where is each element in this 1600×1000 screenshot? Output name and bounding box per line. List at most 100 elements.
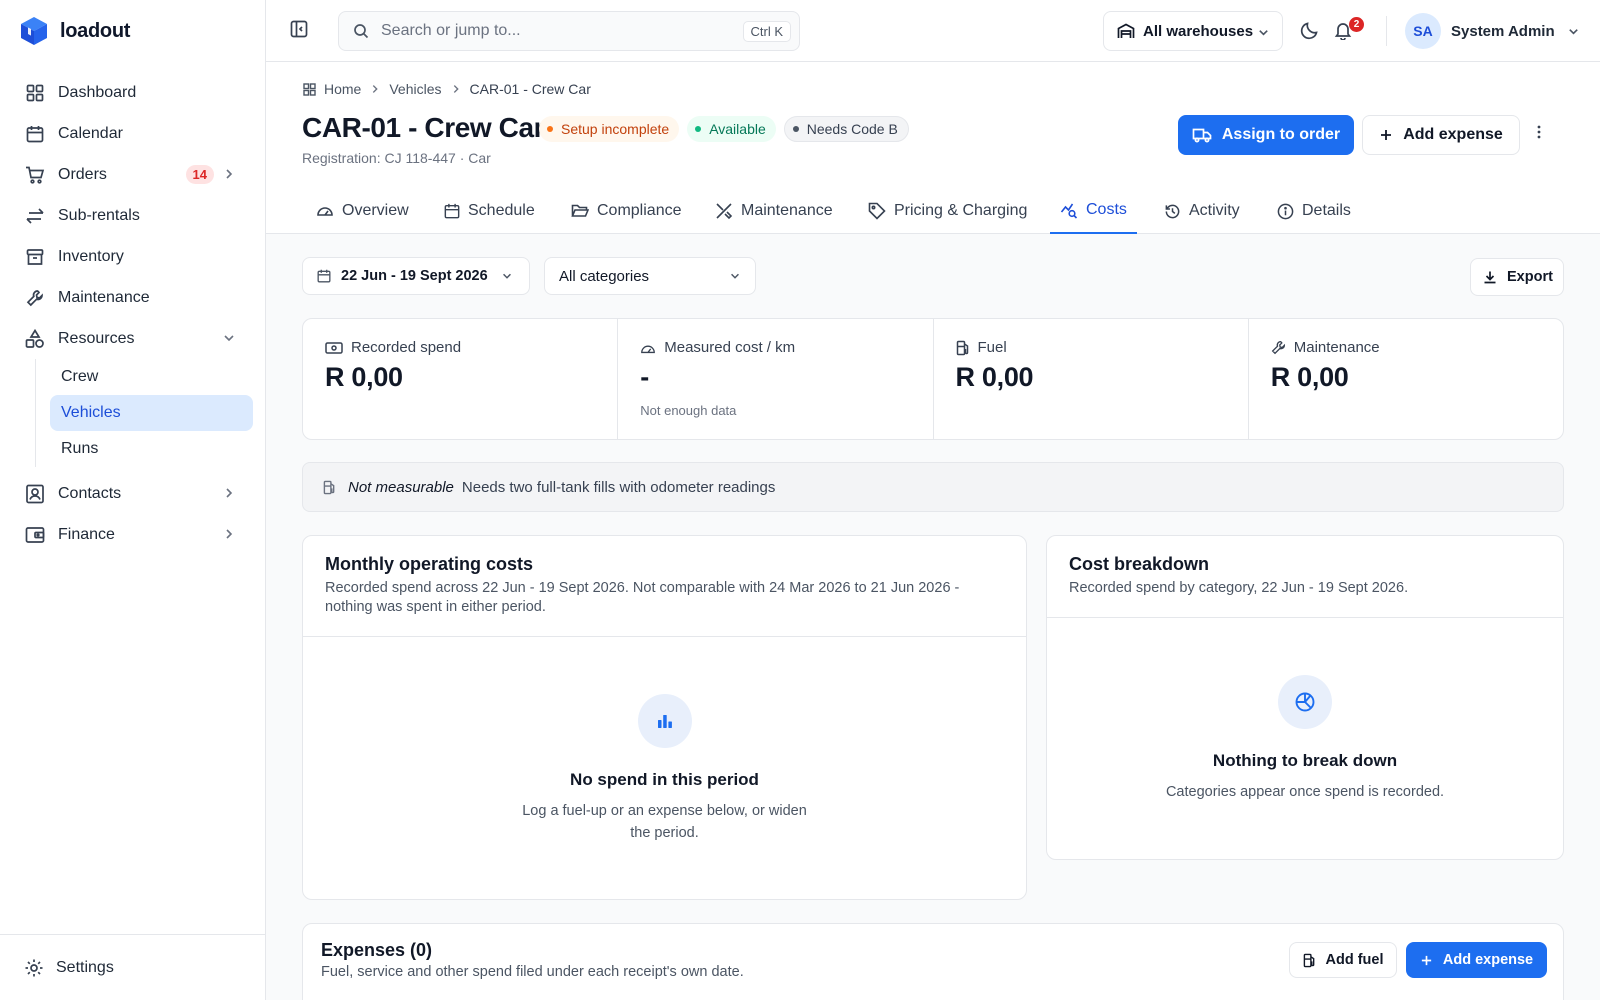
- expenses-card: Expenses (0) Fuel, service and other spe…: [302, 923, 1564, 1000]
- tools-icon: [715, 202, 733, 220]
- tab-label: Details: [1302, 202, 1351, 219]
- warehouse-value: All warehouses: [1143, 22, 1254, 40]
- wrench-icon: [24, 287, 46, 309]
- tab-overview[interactable]: Overview: [306, 188, 419, 234]
- gear-icon: [24, 958, 44, 978]
- add-expense-label: Add expense: [1442, 952, 1534, 968]
- empty-text: Categories appear once spend is recorded…: [1165, 784, 1445, 800]
- chevron-right-icon: [450, 83, 462, 95]
- resources-subnav: Crew Vehicles Runs: [35, 359, 266, 467]
- cost-stats: Recorded spend R 0,00 Measured cost / km…: [302, 318, 1564, 440]
- user-menu[interactable]: SA System Admin: [1405, 13, 1580, 49]
- sidebar: loadout Dashboard Calendar Orders 14 Sub…: [0, 0, 266, 1000]
- stat-value: -: [640, 362, 649, 392]
- stat-recorded-spend: Recorded spend R 0,00: [303, 319, 619, 439]
- price-tag-icon: [868, 202, 886, 220]
- add-expense-header-button[interactable]: Add expense: [1362, 115, 1520, 155]
- sidebar-subitem-runs[interactable]: Runs: [50, 431, 253, 467]
- stat-cost-per-km: Measured cost / km - Not enough data: [618, 319, 934, 439]
- fuel-pump-icon: [956, 340, 970, 356]
- status-badge-available: Available: [687, 116, 776, 142]
- wallet-icon: [24, 524, 46, 546]
- sidebar-subitem-vehicles[interactable]: Vehicles: [50, 395, 253, 431]
- home-grid-icon: [303, 82, 316, 96]
- folder-open-icon: [571, 203, 589, 219]
- truck-icon: [1192, 127, 1212, 143]
- sidebar-item-contacts[interactable]: Contacts: [0, 473, 266, 514]
- empty-text: Log a fuel-up or an expense below, or wi…: [522, 803, 807, 841]
- add-fuel-label: Add fuel: [1325, 952, 1384, 968]
- more-vertical-icon[interactable]: [1537, 124, 1541, 140]
- sidebar-subitem-crew[interactable]: Crew: [50, 359, 253, 395]
- status-badge-setup: Setup incomplete: [539, 116, 680, 142]
- tab-label: Schedule: [468, 202, 535, 219]
- stat-label: Recorded spend: [351, 339, 462, 356]
- breadcrumb-vehicles[interactable]: Vehicles: [389, 81, 441, 97]
- page-title: CAR-01 - Crew Car: [302, 112, 545, 143]
- sidebar-item-calendar[interactable]: Calendar: [0, 113, 266, 154]
- tab-details[interactable]: Details: [1267, 188, 1361, 234]
- tab-label: Activity: [1189, 202, 1240, 219]
- brand[interactable]: loadout: [20, 16, 130, 46]
- add-expense-button[interactable]: Add expense: [1406, 942, 1547, 978]
- fuel-pump-icon: [323, 480, 336, 495]
- expenses-title: Expenses (0): [321, 940, 433, 960]
- sidebar-toggle-icon[interactable]: [290, 20, 308, 38]
- status-badges: Setup incomplete Available Needs Code B: [539, 116, 909, 142]
- search-input[interactable]: Search or jump to... Ctrl K: [338, 11, 800, 51]
- sidebar-item-orders[interactable]: Orders 14: [0, 154, 266, 195]
- avatar: SA: [1405, 13, 1441, 49]
- tabs: Overview Schedule Compliance Maintenance…: [266, 188, 1600, 234]
- tab-label: Overview: [342, 202, 409, 219]
- sidebar-item-inventory[interactable]: Inventory: [0, 236, 266, 277]
- sidebar-item-sub-rentals[interactable]: Sub-rentals: [0, 195, 266, 236]
- sidebar-item-label: Contacts: [58, 484, 122, 502]
- fuel-pump-icon: [1303, 953, 1316, 968]
- moon-icon[interactable]: [1300, 21, 1319, 40]
- sidebar-item-maintenance[interactable]: Maintenance: [0, 277, 266, 318]
- export-button[interactable]: Export: [1470, 258, 1564, 296]
- card-title: Cost breakdown: [1069, 554, 1210, 574]
- expenses-description: Fuel, service and other spend filed unde…: [321, 964, 744, 980]
- tab-maintenance[interactable]: Maintenance: [705, 188, 843, 234]
- date-range-picker[interactable]: 22 Jun - 19 Sept 2026: [302, 257, 530, 295]
- user-name: System Admin: [1451, 22, 1555, 40]
- notice-text: Needs two full-tank fills with odometer …: [461, 478, 776, 496]
- gauge-icon: [640, 341, 656, 355]
- sidebar-item-label: Orders: [58, 165, 107, 183]
- measurement-notice: Not measurable Needs two full-tank fills…: [302, 462, 1564, 512]
- sidebar-item-label: Finance: [58, 525, 115, 543]
- search-icon: [353, 23, 369, 39]
- sidebar-item-dashboard[interactable]: Dashboard: [0, 72, 266, 113]
- category-select[interactable]: All categories: [544, 257, 756, 295]
- chevron-down-icon: [1567, 25, 1580, 38]
- assign-to-order-button[interactable]: Assign to order: [1178, 115, 1354, 155]
- sidebar-item-settings[interactable]: Settings: [0, 934, 266, 1000]
- brand-name: loadout: [60, 19, 131, 42]
- contact-card-icon: [24, 483, 46, 505]
- gauge-icon: [316, 202, 334, 220]
- tab-costs[interactable]: Costs: [1050, 188, 1137, 234]
- wrench-icon: [1271, 340, 1286, 355]
- stat-label: Maintenance: [1293, 339, 1380, 356]
- breadcrumb-home[interactable]: Home: [324, 81, 361, 97]
- sidebar-item-resources[interactable]: Resources: [0, 318, 266, 359]
- arrows-swap-icon: [24, 205, 46, 227]
- search-shortcut: Ctrl K: [742, 21, 791, 42]
- calendar-icon: [24, 123, 46, 145]
- add-fuel-button[interactable]: Add fuel: [1289, 942, 1397, 978]
- pie-chart-icon: [1278, 675, 1332, 729]
- chevron-down-icon: [222, 331, 236, 345]
- tab-pricing-charging[interactable]: Pricing & Charging: [858, 188, 1037, 234]
- sidebar-item-finance[interactable]: Finance: [0, 514, 266, 555]
- tab-activity[interactable]: Activity: [1154, 188, 1250, 234]
- shapes-icon: [24, 328, 46, 350]
- monthly-empty-state: No spend in this period Log a fuel-up or…: [303, 694, 1026, 844]
- tab-compliance[interactable]: Compliance: [561, 188, 691, 234]
- date-range-value: 22 Jun - 19 Sept 2026: [341, 268, 488, 284]
- category-value: All categories: [559, 267, 650, 285]
- topbar: Search or jump to... Ctrl K All warehous…: [266, 0, 1600, 62]
- tab-schedule[interactable]: Schedule: [434, 188, 545, 234]
- warehouse-select[interactable]: All warehouses: [1103, 11, 1283, 51]
- notification-count-badge: 2: [1349, 17, 1364, 32]
